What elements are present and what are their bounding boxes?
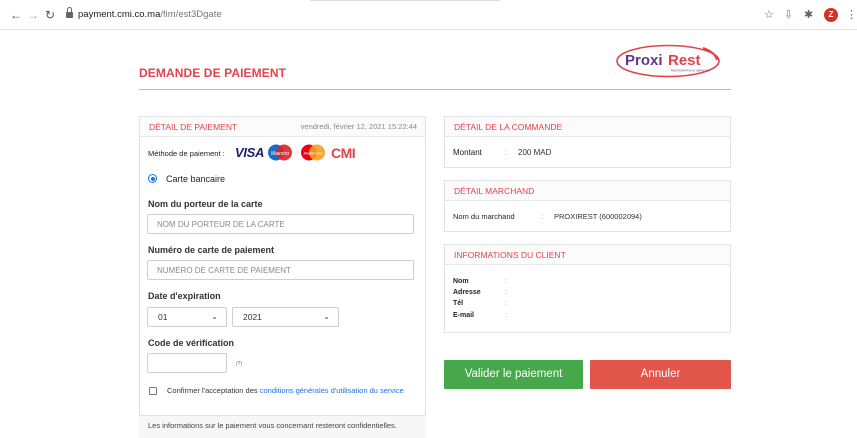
page-title: DEMANDE DE PAIEMENT bbox=[139, 66, 287, 80]
url-host: payment.cmi.co.ma bbox=[78, 9, 161, 20]
cardholder-name-input[interactable] bbox=[147, 214, 414, 234]
amount-separator: : bbox=[505, 148, 508, 157]
payment-detail-title: DÉTAIL DE PAIEMENT bbox=[149, 122, 238, 132]
lock-icon[interactable] bbox=[66, 7, 73, 18]
payment-date: vendredi, février 12, 2021 15:22:44 bbox=[300, 122, 417, 131]
extension-download-icon[interactable]: ⇩ bbox=[784, 8, 793, 21]
star-icon[interactable]: ☆ bbox=[764, 8, 774, 21]
terms-suffix[interactable]: du service bbox=[368, 386, 404, 395]
browser-toolbar: ← → ↻ payment.cmi.co.ma/fim/est3Dgate ☆ … bbox=[0, 0, 857, 30]
header-divider bbox=[139, 89, 731, 90]
confidentiality-note: Les informations sur le paiement vous co… bbox=[139, 415, 426, 438]
cardholder-name-label: Nom du porteur de la carte bbox=[148, 199, 263, 209]
amount-value: 200 MAD bbox=[518, 148, 552, 157]
visa-logo: VISA bbox=[235, 145, 265, 160]
terms-link[interactable]: conditions générales d'utilisation bbox=[260, 386, 368, 395]
menu-kebab-icon[interactable]: ⋮ bbox=[846, 8, 857, 21]
amount-label: Montant bbox=[453, 148, 482, 157]
address-bar[interactable]: payment.cmi.co.ma/fim/est3Dgate bbox=[78, 9, 222, 20]
client-phone-label: Tél bbox=[453, 300, 464, 307]
proxirest-logo: Proxi Rest RESTAURATION & SERVICES bbox=[616, 44, 720, 78]
expiry-date-label: Date d'expiration bbox=[148, 291, 221, 301]
client-separator: : bbox=[505, 289, 507, 296]
payment-method-label: Méthode de paiement : bbox=[148, 149, 225, 158]
chevron-down-icon: ⌄ bbox=[323, 312, 330, 321]
client-separator: : bbox=[505, 278, 507, 285]
profile-avatar[interactable]: Z bbox=[824, 8, 838, 22]
merchant-detail-heading: DÉTAIL MARCHAND bbox=[445, 181, 730, 201]
forward-arrow-icon[interactable]: → bbox=[27, 8, 39, 22]
card-number-input[interactable] bbox=[147, 260, 414, 280]
merchant-name-label: Nom du marchand bbox=[453, 212, 515, 221]
svg-text:RESTAURATION & SERVICES: RESTAURATION & SERVICES bbox=[671, 69, 710, 73]
chevron-down-icon: ⌄ bbox=[211, 312, 218, 321]
cvv-help-icon[interactable]: (?) bbox=[236, 361, 242, 367]
client-name-label: Nom bbox=[453, 278, 469, 285]
card-number-label: Numéro de carte de paiement bbox=[148, 245, 275, 255]
cvv-label: Code de vérification bbox=[148, 338, 235, 348]
client-info-heading: INFORMATIONS DU CLIENT bbox=[445, 245, 730, 265]
order-detail-heading: DÉTAIL DE LA COMMANDE bbox=[445, 117, 730, 137]
client-separator: : bbox=[505, 312, 507, 319]
merchant-detail-panel: DÉTAIL MARCHAND bbox=[444, 180, 731, 232]
cvv-input[interactable] bbox=[147, 353, 227, 373]
merchant-separator: : bbox=[541, 212, 544, 221]
card-payment-radio-label: Carte bancaire bbox=[166, 174, 226, 184]
svg-text:Rest: Rest bbox=[668, 52, 701, 69]
expiry-year-value: 2021 bbox=[243, 312, 262, 322]
client-email-label: E-mail bbox=[453, 312, 475, 319]
expiry-year-select[interactable]: 2021 ⌄ bbox=[232, 307, 339, 327]
maestro-logo: Maestro bbox=[268, 144, 292, 161]
mastercard-logo: MasterCard bbox=[301, 144, 325, 161]
terms-text: Confirmer l'acceptation des conditions g… bbox=[167, 386, 404, 395]
expiry-month-select[interactable]: 01 ⌄ bbox=[147, 307, 227, 327]
merchant-name-value: PROXIREST (600002094) bbox=[554, 212, 642, 221]
card-payment-radio[interactable] bbox=[148, 174, 157, 183]
reload-icon[interactable]: ↻ bbox=[45, 8, 55, 22]
terms-prefix: Confirmer l'acceptation des bbox=[167, 386, 260, 395]
url-path: /fim/est3Dgate bbox=[160, 9, 222, 20]
tab-strip-edge bbox=[310, 0, 500, 1]
svg-text:Maestro: Maestro bbox=[271, 151, 289, 157]
terms-checkbox[interactable] bbox=[149, 387, 157, 395]
payment-detail-heading: DÉTAIL DE PAIEMENT vendredi, février 12,… bbox=[140, 117, 425, 137]
back-arrow-icon[interactable]: ← bbox=[10, 8, 22, 22]
svg-text:MasterCard: MasterCard bbox=[304, 152, 324, 156]
cmi-logo: CMI bbox=[331, 145, 356, 161]
client-address-label: Adresse bbox=[453, 289, 481, 296]
client-info-panel: INFORMATIONS DU CLIENT bbox=[444, 244, 731, 333]
cancel-button[interactable]: Annuler bbox=[590, 360, 731, 389]
client-separator: : bbox=[505, 300, 507, 307]
order-detail-panel: DÉTAIL DE LA COMMANDE bbox=[444, 116, 731, 168]
validate-payment-button[interactable]: Valider le paiement bbox=[444, 360, 583, 389]
expiry-month-value: 01 bbox=[158, 312, 168, 322]
puzzle-icon[interactable]: ✱ bbox=[804, 8, 813, 21]
svg-text:Proxi: Proxi bbox=[625, 52, 663, 69]
